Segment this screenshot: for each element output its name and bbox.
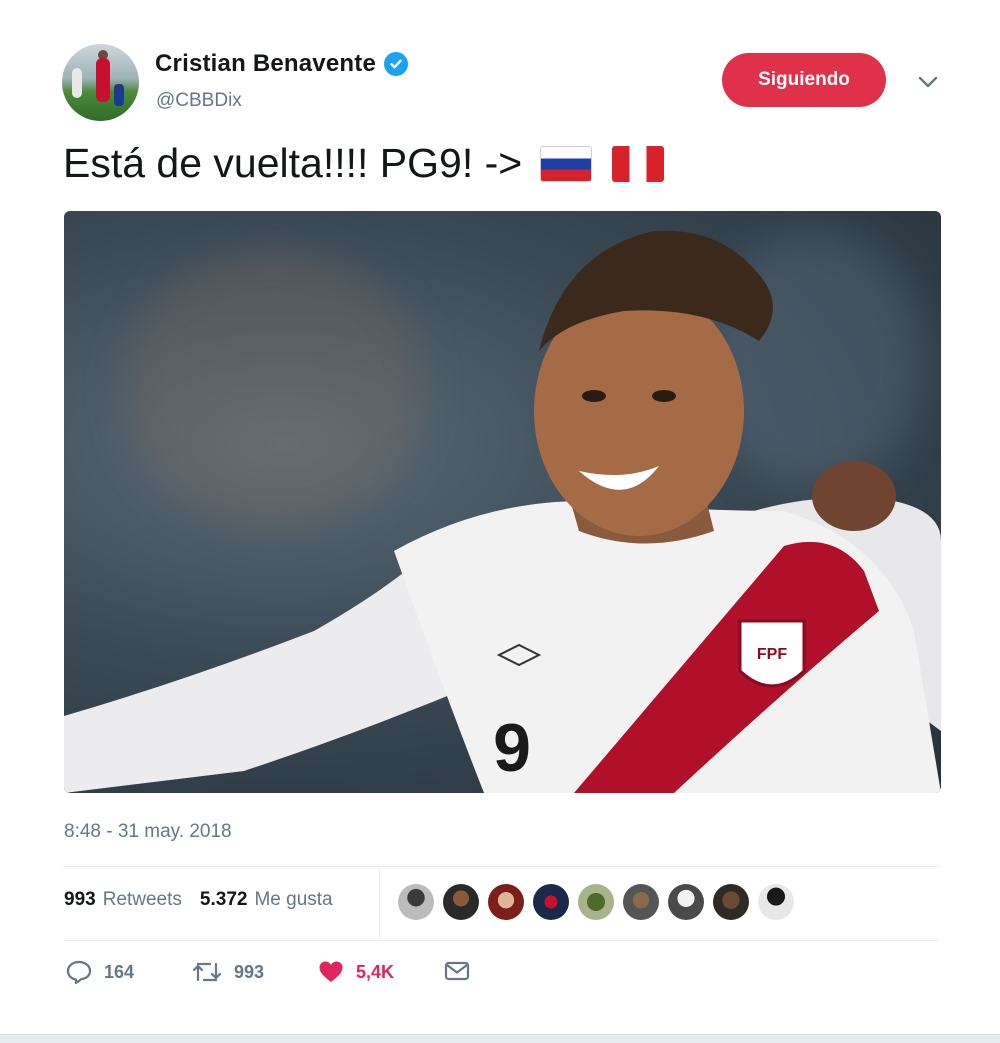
liker-avatar[interactable] [578,884,614,920]
tweet-stats: 993 Retweets 5.372 Me gusta [64,889,333,911]
tweet-text: Está de vuelta!!!! PG9! -> [63,140,665,187]
direct-message-button[interactable] [444,960,470,982]
svg-text:FPF: FPF [757,646,787,663]
like-count: 5,4K [356,961,395,982]
user-handle[interactable]: @CBBDix [156,90,242,112]
tweet-text-content: Está de vuelta!!!! PG9! -> [63,140,523,186]
user-name-row: Cristian Benavente [155,50,409,78]
svg-text:9: 9 [493,710,531,786]
chevron-down-icon[interactable] [918,72,938,92]
following-button[interactable]: Siguiendo [722,53,886,107]
liker-avatar[interactable] [398,884,434,920]
player-illustration: FPF 9 [64,230,941,793]
retweets-stat[interactable]: 993 Retweets [64,889,182,911]
liker-avatar[interactable] [668,884,704,920]
retweets-label: Retweets [102,889,182,910]
envelope-icon [444,961,470,981]
reply-count: 164 [104,961,135,982]
heart-icon [319,961,343,982]
page-footer-strip [0,1034,1000,1043]
retweet-icon [192,962,222,982]
divider [63,940,939,941]
avatar-figure [96,58,110,102]
likes-label: Me gusta [254,889,333,910]
russia-flag-icon [540,145,593,182]
liker-avatar[interactable] [713,884,749,920]
likes-stat[interactable]: 5.372 Me gusta [200,889,333,911]
user-display-name[interactable]: Cristian Benavente [155,50,376,78]
liker-avatar[interactable] [533,884,569,920]
likers-avatars [398,884,803,920]
tweet-timestamp[interactable]: 8:48 - 31 may. 2018 [64,821,232,843]
tweet-photo[interactable]: FPF 9 [64,211,941,793]
reply-button[interactable]: 164 [66,960,134,984]
verified-badge-icon [384,52,409,76]
liker-avatar[interactable] [758,884,794,920]
avatar-figure [114,84,124,106]
liker-avatar[interactable] [443,884,479,920]
retweet-button[interactable]: 993 [192,960,264,984]
avatar-figure [72,68,82,98]
liker-avatar[interactable] [623,884,659,920]
retweets-count: 993 [64,889,96,910]
like-button[interactable]: 5,4K [318,960,394,984]
retweet-count: 993 [234,961,265,982]
likes-count: 5.372 [199,889,248,910]
peru-flag-icon [612,145,665,182]
stats-divider [379,868,380,938]
user-avatar[interactable] [62,44,139,121]
reply-icon [66,960,92,984]
liker-avatar[interactable] [488,884,524,920]
divider [63,866,939,867]
